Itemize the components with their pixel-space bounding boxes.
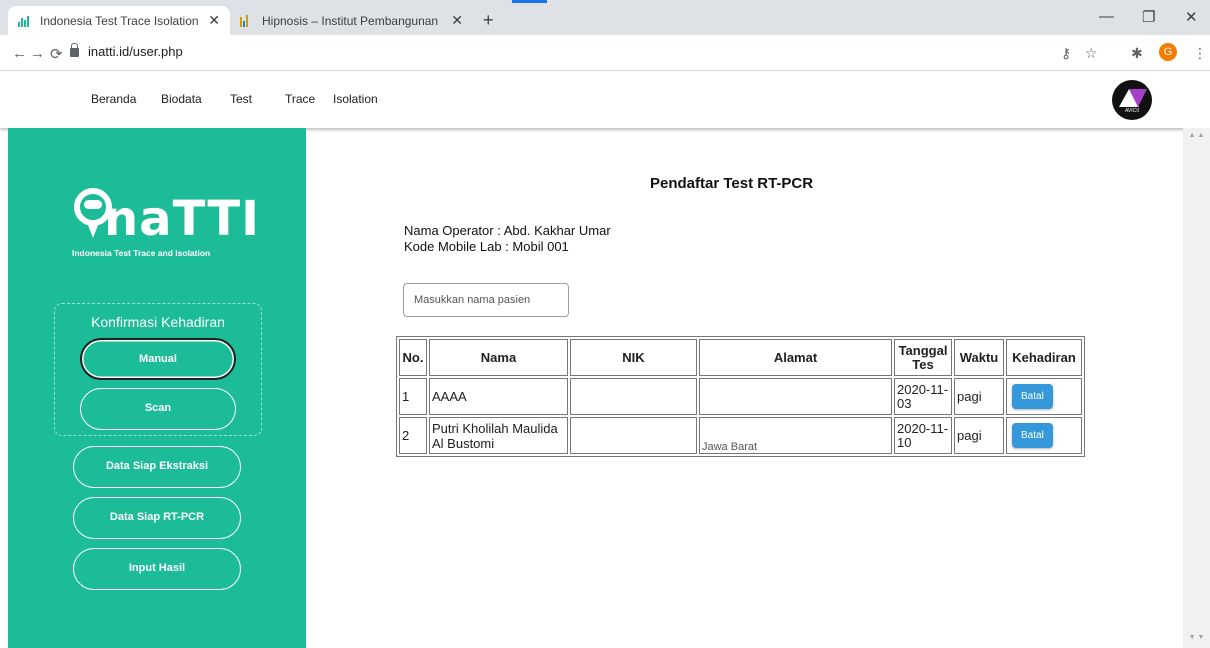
back-icon[interactable]: ←	[12, 45, 27, 62]
tab-title: Hipnosis – Institut Pembangunan	[262, 13, 439, 28]
scroll-up-icon[interactable]: ▲ ▲	[1183, 132, 1210, 139]
column-header: Nama	[429, 339, 568, 376]
cell-nik	[570, 378, 697, 415]
address-bar: ← → ⟳ inatti.id/user.php ⚷ ☆ ✱ ⋮	[0, 35, 1210, 71]
tab-close-icon[interactable]: ✕	[451, 12, 463, 29]
site-navbar: Beranda Biodata Test Trace Isolation AVI…	[0, 72, 1210, 128]
cell-waktu: pagi	[954, 378, 1004, 415]
cell-no: 2	[399, 417, 427, 454]
browser-tab-inactive[interactable]: Hipnosis – Institut Pembangunan ✕	[230, 6, 473, 35]
cell-nama: Putri Kholilah Maulida Al Bustomi	[429, 417, 568, 454]
scroll-down-icon[interactable]: ▼ ▼	[1183, 634, 1210, 641]
registrant-table: No. Nama NIK Alamat Tanggal Tes Waktu Ke…	[396, 336, 1085, 457]
sidebar: naTTI Indonesia Test Trace and Isolation…	[8, 128, 306, 648]
column-header: Waktu	[954, 339, 1004, 376]
url-field[interactable]: inatti.id/user.php	[88, 44, 183, 59]
cell-no: 1	[399, 378, 427, 415]
window-close-icon[interactable]: ✕	[1185, 8, 1198, 26]
menu-kebab-icon[interactable]: ⋮	[1193, 45, 1207, 62]
cell-nik	[570, 417, 697, 454]
reload-icon[interactable]: ⟳	[50, 45, 63, 63]
nav-link-biodata[interactable]: Biodata	[161, 92, 202, 106]
column-header: Tanggal Tes	[894, 339, 952, 376]
site-favicon-icon	[18, 15, 32, 27]
restore-icon[interactable]: ❐	[1142, 8, 1155, 26]
logo-word: naTTI	[104, 191, 261, 247]
batal-button[interactable]: Batal	[1012, 423, 1053, 448]
column-header: Alamat	[699, 339, 892, 376]
cell-alamat: Jawa Barat	[699, 417, 892, 454]
tab-close-icon[interactable]: ✕	[208, 12, 220, 29]
table-row: 1 AAAA 2020-11-03 pagi Batal	[399, 378, 1082, 415]
forward-icon[interactable]: →	[30, 45, 45, 62]
cell-tanggal: 2020-11-03	[894, 378, 952, 415]
inatti-logo: naTTI Indonesia Test Trace and Isolation	[72, 186, 259, 266]
brand-logo-text: AVICII	[1124, 108, 1140, 114]
cell-kehadiran: Batal	[1006, 378, 1082, 415]
batal-button[interactable]: Batal	[1012, 384, 1053, 409]
cell-alamat	[699, 378, 892, 415]
new-tab-icon[interactable]: +	[483, 10, 494, 31]
page-title: Pendaftar Test RT-PCR	[650, 175, 814, 192]
column-header: NIK	[570, 339, 697, 376]
key-icon[interactable]: ⚷	[1061, 45, 1071, 62]
cell-waktu: pagi	[954, 417, 1004, 454]
column-header: No.	[399, 339, 427, 376]
patient-search-input[interactable]	[403, 283, 569, 317]
input-hasil-button[interactable]: Input Hasil	[73, 548, 241, 590]
cell-nama: AAAA	[429, 378, 568, 415]
table-row: 2 Putri Kholilah Maulida Al Bustomi Jawa…	[399, 417, 1082, 454]
manual-button[interactable]: Manual	[80, 338, 236, 380]
extensions-icon[interactable]: ✱	[1131, 45, 1143, 62]
nav-link-trace[interactable]: Trace	[285, 92, 315, 106]
browser-tab-bar: Indonesia Test Trace Isolation ✕ Hipnosi…	[0, 0, 1210, 35]
page-scrollbar[interactable]: ▲ ▲ ▼ ▼	[1183, 128, 1210, 648]
brand-logo[interactable]: AVICII	[1112, 80, 1152, 120]
table-header-row: No. Nama NIK Alamat Tanggal Tes Waktu Ke…	[399, 339, 1082, 376]
attendance-confirm-panel: Konfirmasi Kehadiran Manual Scan	[54, 303, 262, 436]
profile-avatar[interactable]: G	[1159, 43, 1177, 61]
data-siap-rt-pcr-button[interactable]: Data Siap RT-PCR	[73, 497, 241, 539]
logo-tagline: Indonesia Test Trace and Isolation	[72, 248, 211, 258]
tab-drag-indicator	[512, 0, 547, 3]
nav-link-test[interactable]: Test	[230, 92, 252, 106]
site-favicon-icon	[240, 14, 254, 27]
lock-icon	[70, 43, 79, 57]
data-siap-ekstraksi-button[interactable]: Data Siap Ekstraksi	[73, 446, 241, 488]
mobile-lab-code: Kode Mobile Lab : Mobil 001	[404, 239, 569, 254]
cell-kehadiran: Batal	[1006, 417, 1082, 454]
scan-button[interactable]: Scan	[80, 388, 236, 430]
tab-title: Indonesia Test Trace Isolation	[40, 13, 199, 28]
nav-link-beranda[interactable]: Beranda	[91, 92, 136, 106]
operator-name: Nama Operator : Abd. Kakhar Umar	[404, 223, 611, 238]
bookmark-star-icon[interactable]: ☆	[1085, 45, 1098, 62]
minimize-icon[interactable]: —	[1099, 8, 1114, 25]
nav-link-isolation[interactable]: Isolation	[333, 92, 378, 106]
confirm-title: Konfirmasi Kehadiran	[91, 314, 225, 330]
column-header: Kehadiran	[1006, 339, 1082, 376]
cell-tanggal: 2020-11-10	[894, 417, 952, 454]
browser-tab-active[interactable]: Indonesia Test Trace Isolation ✕	[8, 6, 230, 35]
